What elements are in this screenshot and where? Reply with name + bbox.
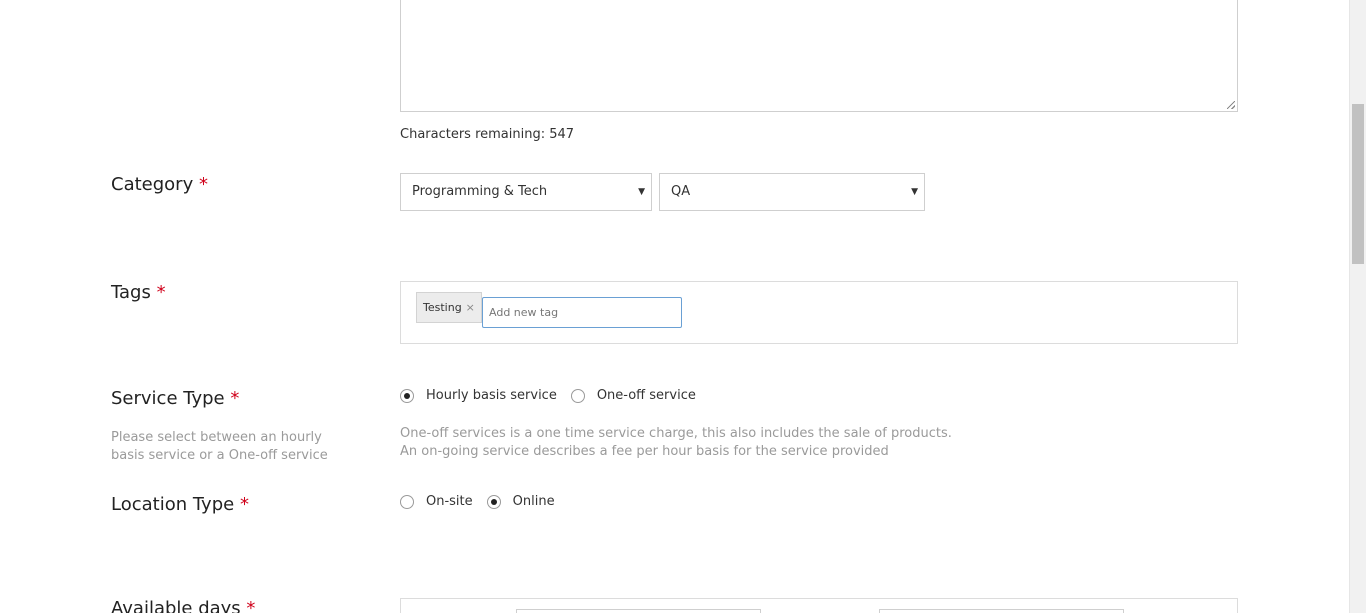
close-icon[interactable]: × bbox=[466, 301, 475, 314]
required-mark: * bbox=[230, 388, 240, 409]
radio-online-label[interactable]: Online bbox=[513, 494, 555, 509]
radio-on-site[interactable] bbox=[400, 494, 414, 509]
service-type-help-line-1: One-off services is a one time service c… bbox=[400, 426, 952, 441]
available-days-field[interactable] bbox=[879, 609, 1124, 613]
service-type-help-line-2: An on-going service describes a fee per … bbox=[400, 444, 889, 459]
category-select[interactable]: Programming & Tech ▼ bbox=[400, 173, 652, 211]
radio-hourly-basis[interactable] bbox=[400, 388, 414, 403]
radio-on-site-label[interactable]: On-site bbox=[426, 494, 473, 509]
dropdown-arrow-icon: ▼ bbox=[911, 187, 918, 197]
category-select-value: Programming & Tech bbox=[412, 184, 548, 199]
required-mark: * bbox=[156, 282, 166, 303]
page: Characters remaining: 547 Category * Pro… bbox=[0, 0, 1366, 613]
radio-online[interactable] bbox=[486, 494, 501, 509]
tag-chip: Testing × bbox=[416, 292, 482, 323]
resize-grip-icon[interactable] bbox=[1227, 101, 1235, 109]
tag-chip-label: Testing bbox=[423, 301, 462, 314]
dropdown-arrow-icon: ▼ bbox=[638, 187, 645, 197]
required-mark: * bbox=[246, 598, 256, 613]
available-days-label: Available days * bbox=[111, 598, 255, 613]
required-mark: * bbox=[198, 174, 208, 195]
service-type-label: Service Type * bbox=[111, 388, 239, 409]
service-type-radio-group: Hourly basis service One-off service bbox=[400, 388, 710, 403]
service-type-help: One-off services is a one time service c… bbox=[400, 425, 952, 461]
service-type-hint: Please select between an hourly basis se… bbox=[111, 430, 328, 463]
category-label-text: Category bbox=[111, 174, 194, 195]
available-days-container bbox=[400, 598, 1238, 613]
category-label: Category * bbox=[111, 174, 208, 195]
characters-remaining: Characters remaining: 547 bbox=[400, 127, 575, 142]
location-type-radio-group: On-site Online bbox=[400, 494, 569, 509]
service-type-label-text: Service Type bbox=[111, 388, 225, 409]
subcategory-select-value: QA bbox=[671, 184, 691, 199]
tags-label-text: Tags bbox=[111, 282, 151, 303]
radio-one-off-label[interactable]: One-off service bbox=[597, 388, 696, 403]
location-type-label: Location Type * bbox=[111, 494, 249, 515]
description-textarea[interactable] bbox=[400, 0, 1238, 112]
tags-container[interactable]: Testing × bbox=[400, 281, 1238, 344]
available-days-label-text: Available days bbox=[111, 598, 241, 613]
available-days-field[interactable] bbox=[516, 609, 761, 613]
radio-hourly-basis-label[interactable]: Hourly basis service bbox=[426, 388, 557, 403]
location-type-label-text: Location Type bbox=[111, 494, 235, 515]
subcategory-select[interactable]: QA ▼ bbox=[659, 173, 925, 211]
vertical-scrollbar[interactable] bbox=[1349, 0, 1366, 613]
scrollbar-thumb[interactable] bbox=[1352, 104, 1364, 264]
required-mark: * bbox=[239, 494, 249, 515]
add-tag-input[interactable] bbox=[482, 297, 682, 328]
tags-label: Tags * bbox=[111, 282, 166, 303]
radio-one-off[interactable] bbox=[570, 388, 585, 403]
